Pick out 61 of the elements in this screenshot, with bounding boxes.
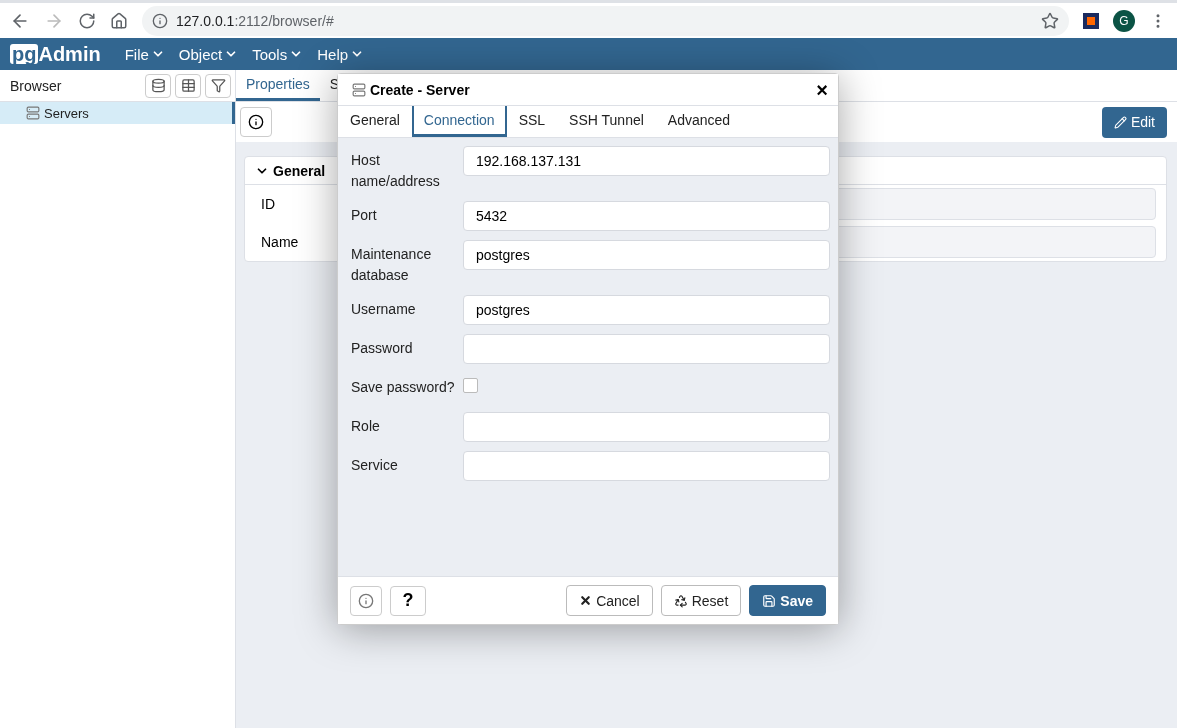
save-button[interactable]: Save: [749, 585, 826, 616]
input-field[interactable]: 5432: [463, 201, 830, 231]
field-label: Service: [351, 456, 399, 475]
reset-button[interactable]: Reset: [660, 585, 742, 616]
menu-item[interactable]: Tools: [252, 45, 304, 63]
reload-icon[interactable]: [78, 11, 96, 30]
tree-item[interactable]: Servers: [0, 102, 235, 124]
field-label: Name: [261, 234, 300, 250]
query-tool-button[interactable]: [145, 73, 171, 98]
view-data-button[interactable]: [175, 73, 201, 98]
field-label: Host name/address: [351, 151, 441, 191]
dialog-tab[interactable]: Connection: [411, 106, 507, 137]
app-logo: pgAdmin: [10, 42, 101, 66]
floppy-icon: [762, 593, 777, 608]
checkbox[interactable]: [463, 378, 478, 393]
field-label: Maintenance database: [351, 245, 433, 285]
star-icon[interactable]: [1041, 11, 1059, 30]
filter-icon: [210, 78, 226, 93]
help-button[interactable]: ?: [390, 585, 426, 616]
info-icon: [358, 592, 374, 609]
pencil-icon: [1113, 115, 1127, 129]
panel-title: Browser: [10, 77, 63, 94]
extension-icon[interactable]: [1083, 12, 1099, 29]
menu-item[interactable]: Object: [178, 45, 239, 63]
input-field[interactable]: 192.168.137.131: [463, 146, 830, 176]
field-label: Role: [351, 417, 381, 436]
field-label: Save password?: [351, 378, 456, 397]
field-label: ID: [261, 196, 276, 212]
info-button[interactable]: [240, 107, 272, 137]
menu-item[interactable]: File: [124, 45, 165, 63]
dialog-tab[interactable]: General: [338, 106, 412, 137]
address-bar[interactable]: 127.0.0.1:2112/browser/#: [142, 5, 1069, 36]
input-field[interactable]: postgres: [463, 295, 830, 325]
info-icon: [152, 12, 168, 29]
info-icon: [248, 114, 264, 130]
field-label: Port: [351, 206, 378, 225]
dialog-title: Create - Server: [370, 81, 471, 98]
menu-item[interactable]: Help: [317, 45, 365, 63]
dialog-tab[interactable]: Advanced: [655, 106, 743, 137]
input-field[interactable]: postgres: [463, 240, 830, 270]
dialog-tab[interactable]: SSL: [506, 106, 558, 137]
field-label: Username: [351, 300, 417, 319]
url-host: 127.0.0.1: [176, 12, 235, 29]
close-button[interactable]: ×: [816, 79, 828, 100]
input-field[interactable]: [463, 334, 830, 364]
server-icon: [352, 82, 366, 97]
input-field[interactable]: [463, 412, 830, 442]
table-icon: [180, 78, 196, 93]
home-icon[interactable]: [110, 11, 128, 30]
dialog-tab[interactable]: SSH Tunnel: [557, 106, 656, 137]
field-label: Password: [351, 339, 414, 358]
server-icon: [26, 106, 40, 120]
edit-button[interactable]: Edit: [1101, 106, 1167, 138]
database-icon: [150, 78, 166, 93]
close-icon: [579, 594, 593, 607]
profile-avatar[interactable]: G: [1113, 9, 1135, 32]
filter-button[interactable]: [205, 73, 231, 98]
cancel-button[interactable]: Cancel: [566, 585, 653, 616]
url-path: :2112/browser/#: [234, 12, 334, 29]
input-field[interactable]: [463, 451, 830, 481]
recycle-icon: [673, 593, 688, 608]
